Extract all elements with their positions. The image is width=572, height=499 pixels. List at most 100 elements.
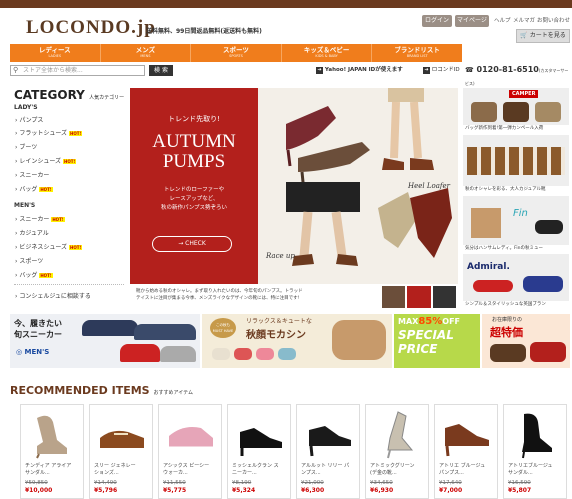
hero-check-button[interactable]: → CHECK [152,236,232,252]
recommended-title: RECOMMENDED ITEMS おすすめアイテム [10,384,193,397]
sidebar-item-ladies-flat[interactable]: › フラットシューズ HOT! [15,128,83,137]
search-input[interactable]: ⚲ ストア全体から検索... [10,65,145,76]
nav-brand-list[interactable]: ブランドリスト BRAND LIST [372,44,462,62]
sidebar-item-mens-business[interactable]: › ビジネスシューズ HOT! [15,242,83,251]
banner-bargain[interactable]: お在庫限りの 超特価 [482,314,570,368]
sidebar-item-ladies-sneaker[interactable]: › スニーカー [15,170,49,179]
sidebar-item-ladies-boots[interactable]: › ブーツ [15,142,37,151]
product-sale-price: ¥5,796 [94,487,118,494]
hero-banner[interactable]: トレンド先取り! AUTUMN PUMPS トレンドのローファーや レースアップな… [130,88,458,310]
sidebar-item-ladies-bag[interactable]: › バッグ HOT! [15,184,53,193]
product-image [100,430,144,448]
product-list-price: ¥17,640 [439,480,462,486]
right-promo-column: CAMPER バッグ新作到着!第一弾カンペール入荷 秋のオシャレを彩る、大人カジ… [463,88,569,308]
promo-admiral[interactable]: Admiral. シンプル＆スタイリッシュな英国ブラン [463,254,569,308]
product-name: アルルット リリー パ ンプス... [301,463,350,476]
product-card[interactable]: アルルット リリー パ ンプス... ¥21,000 ¥6,300 [296,404,360,499]
product-sale-price: ¥5,775 [163,487,187,494]
hero-shoes-illustration: Heel Loafer Race up [258,88,458,284]
fin-logo: Fin [513,208,528,219]
banner-special-text: SPECIAL PRICE [398,328,454,356]
product-image [36,415,67,459]
nav-sports[interactable]: スポーツ SPORTS [191,44,282,62]
nav-ladies[interactable]: レディース LADIES [10,44,101,62]
admiral-logo: Admiral. [467,262,510,272]
banner-moccasin-sub: リラックス＆キュートな [246,318,312,325]
cart-label: カートを見る [529,32,566,39]
locondo-id-link[interactable]: ➜ ロコンドID [423,65,460,76]
banner-moccasin[interactable]: この秋も MUST HAVE リラックス＆キュートな 秋顔モカシン [202,314,392,368]
arrow-icon: ➜ [316,67,323,74]
hot-badge: HOT! [69,245,83,250]
help-link[interactable]: ヘルプ [494,15,511,27]
must-have-badge: この秋も MUST HAVE [210,318,236,338]
sidebar-item-mens-sports[interactable]: › スポーツ [15,256,43,265]
banner-max-off: MAX85%OFF [398,316,460,327]
category-title: CATEGORY 人気カテゴリー [14,88,125,102]
product-image [169,427,213,450]
sidebar-item-ladies-rain[interactable]: › レインシューズ HOT! [15,156,77,165]
banner-mens-tag: ◎ MEN'S [16,348,50,356]
product-card[interactable]: アトリエ ブルージュ パンプス... ¥17,640 ¥7,000 [434,404,498,499]
promo-fin[interactable]: Fin 気分はハンサムレディ。Finの秋ミュー [463,196,569,252]
product-name: スリー ジェネレー ションズ... [94,463,136,476]
hero-thumb[interactable] [382,286,406,308]
phone-number: ☎ 0120-81-6510(カスタマーサービス) [465,65,569,86]
product-image [240,428,282,456]
banner-bargain-title: 超特価 [490,326,523,339]
hero-body: トレンドのローファーや レースアップなど、 秋の新作パンプス勢ぞろい [160,187,228,211]
product-card[interactable]: アシックス ピーシー ウォーカ... ¥11,550 ¥5,775 [158,404,222,499]
mens-heading: MEN'S [14,202,36,209]
hot-badge: HOT! [63,159,77,164]
product-card[interactable]: ミッシェルクラン ス ニーカー... ¥8,190 ¥5,324 [227,404,291,499]
sidebar-item-ladies-pumps[interactable]: › パンプス [15,115,43,124]
hot-badge: HOT! [39,187,53,192]
product-card[interactable]: チンディア アライア サンダル... ¥59,850 ¥10,000 [20,404,84,499]
mailmag-link[interactable]: メルマガ [513,15,535,27]
sidebar-item-mens-bag[interactable]: › バッグ HOT! [15,270,53,279]
nav-kids-baby[interactable]: キッズ＆ベビー KIDS & BABY [282,44,373,62]
product-card[interactable]: スリー ジェネレー ションズ... ¥14,490 ¥5,796 [89,404,153,499]
main-nav: レディース LADIES メンズ MENS スポーツ SPORTS キッズ＆ベビー KI… [10,44,462,62]
banner-moccasin-title: 秋顔モカシン [246,330,306,341]
concierge-link[interactable]: › コンシェルジュに相談する [15,291,91,300]
hero-script-heel: Heel Loafer [407,182,451,190]
product-sale-price: ¥5,324 [232,487,256,494]
promo-casual[interactable]: 秋のオシャレを彩る、大人カジュアル靴 [463,135,569,193]
hero-title: AUTUMN PUMPS [152,131,236,172]
product-list-price: ¥8,190 [232,480,252,486]
camper-logo: CAMPER [509,90,539,98]
arrow-icon: ➜ [423,67,430,74]
circle-icon: ◎ [16,348,23,356]
search-button[interactable]: 検 索 [149,65,173,76]
cart-icon: 🛒 [520,32,528,39]
nav-mens[interactable]: メンズ MENS [101,44,192,62]
site-logo[interactable]: LOCONDO.jp [26,17,156,39]
product-card[interactable]: アトミックグリーン (デ金の靴... ¥34,650 ¥6,930 [365,404,429,499]
product-name: アシックス ピーシー ウォーカ... [163,463,210,476]
hero-thumb[interactable] [432,286,456,308]
cart-button[interactable]: 🛒 カートを見る [516,29,570,43]
hot-badge: HOT! [51,217,65,222]
sidebar-item-mens-casual[interactable]: › カジュアル [15,228,49,237]
banner-special-price[interactable]: MAX85%OFF SPECIAL PRICE [394,314,480,368]
hot-badge: HOT! [69,131,83,136]
sidebar-item-mens-sneaker[interactable]: › スニーカー HOT! [15,214,65,223]
sidebar-divider [14,284,124,285]
yahoo-login-link[interactable]: ➜ Yahoo! JAPAN IDが使えます [316,65,403,76]
product-name: アトリエブルージュ サンダル... [508,463,553,476]
promo-camper[interactable]: CAMPER バッグ新作到着!第一弾カンペール入荷 [463,88,569,132]
product-list-price: ¥59,850 [25,480,48,486]
recommended-products: チンディア アライア サンダル... ¥59,850 ¥10,000 スリー ジ… [20,404,572,499]
promo-caption: バッグ新作到着!第一弾カンペール入荷 [463,125,569,132]
mypage-button[interactable]: マイページ [455,15,489,27]
product-list-price: ¥34,650 [370,480,393,486]
ladies-heading: LADY'S [14,104,38,111]
product-name: アトミックグリーン (デ金の靴... [370,463,415,476]
hero-thumb[interactable] [407,286,431,308]
product-image [445,424,489,457]
banner-mens-sneaker[interactable]: 今、履きたい 旬スニーカー ◎ MEN'S [10,314,200,368]
login-button[interactable]: ログイン [422,15,452,27]
contact-link[interactable]: お問い合わせ [537,15,570,27]
product-card[interactable]: アトリエブルージュ サンダル... ¥16,590 ¥5,807 [503,404,567,499]
